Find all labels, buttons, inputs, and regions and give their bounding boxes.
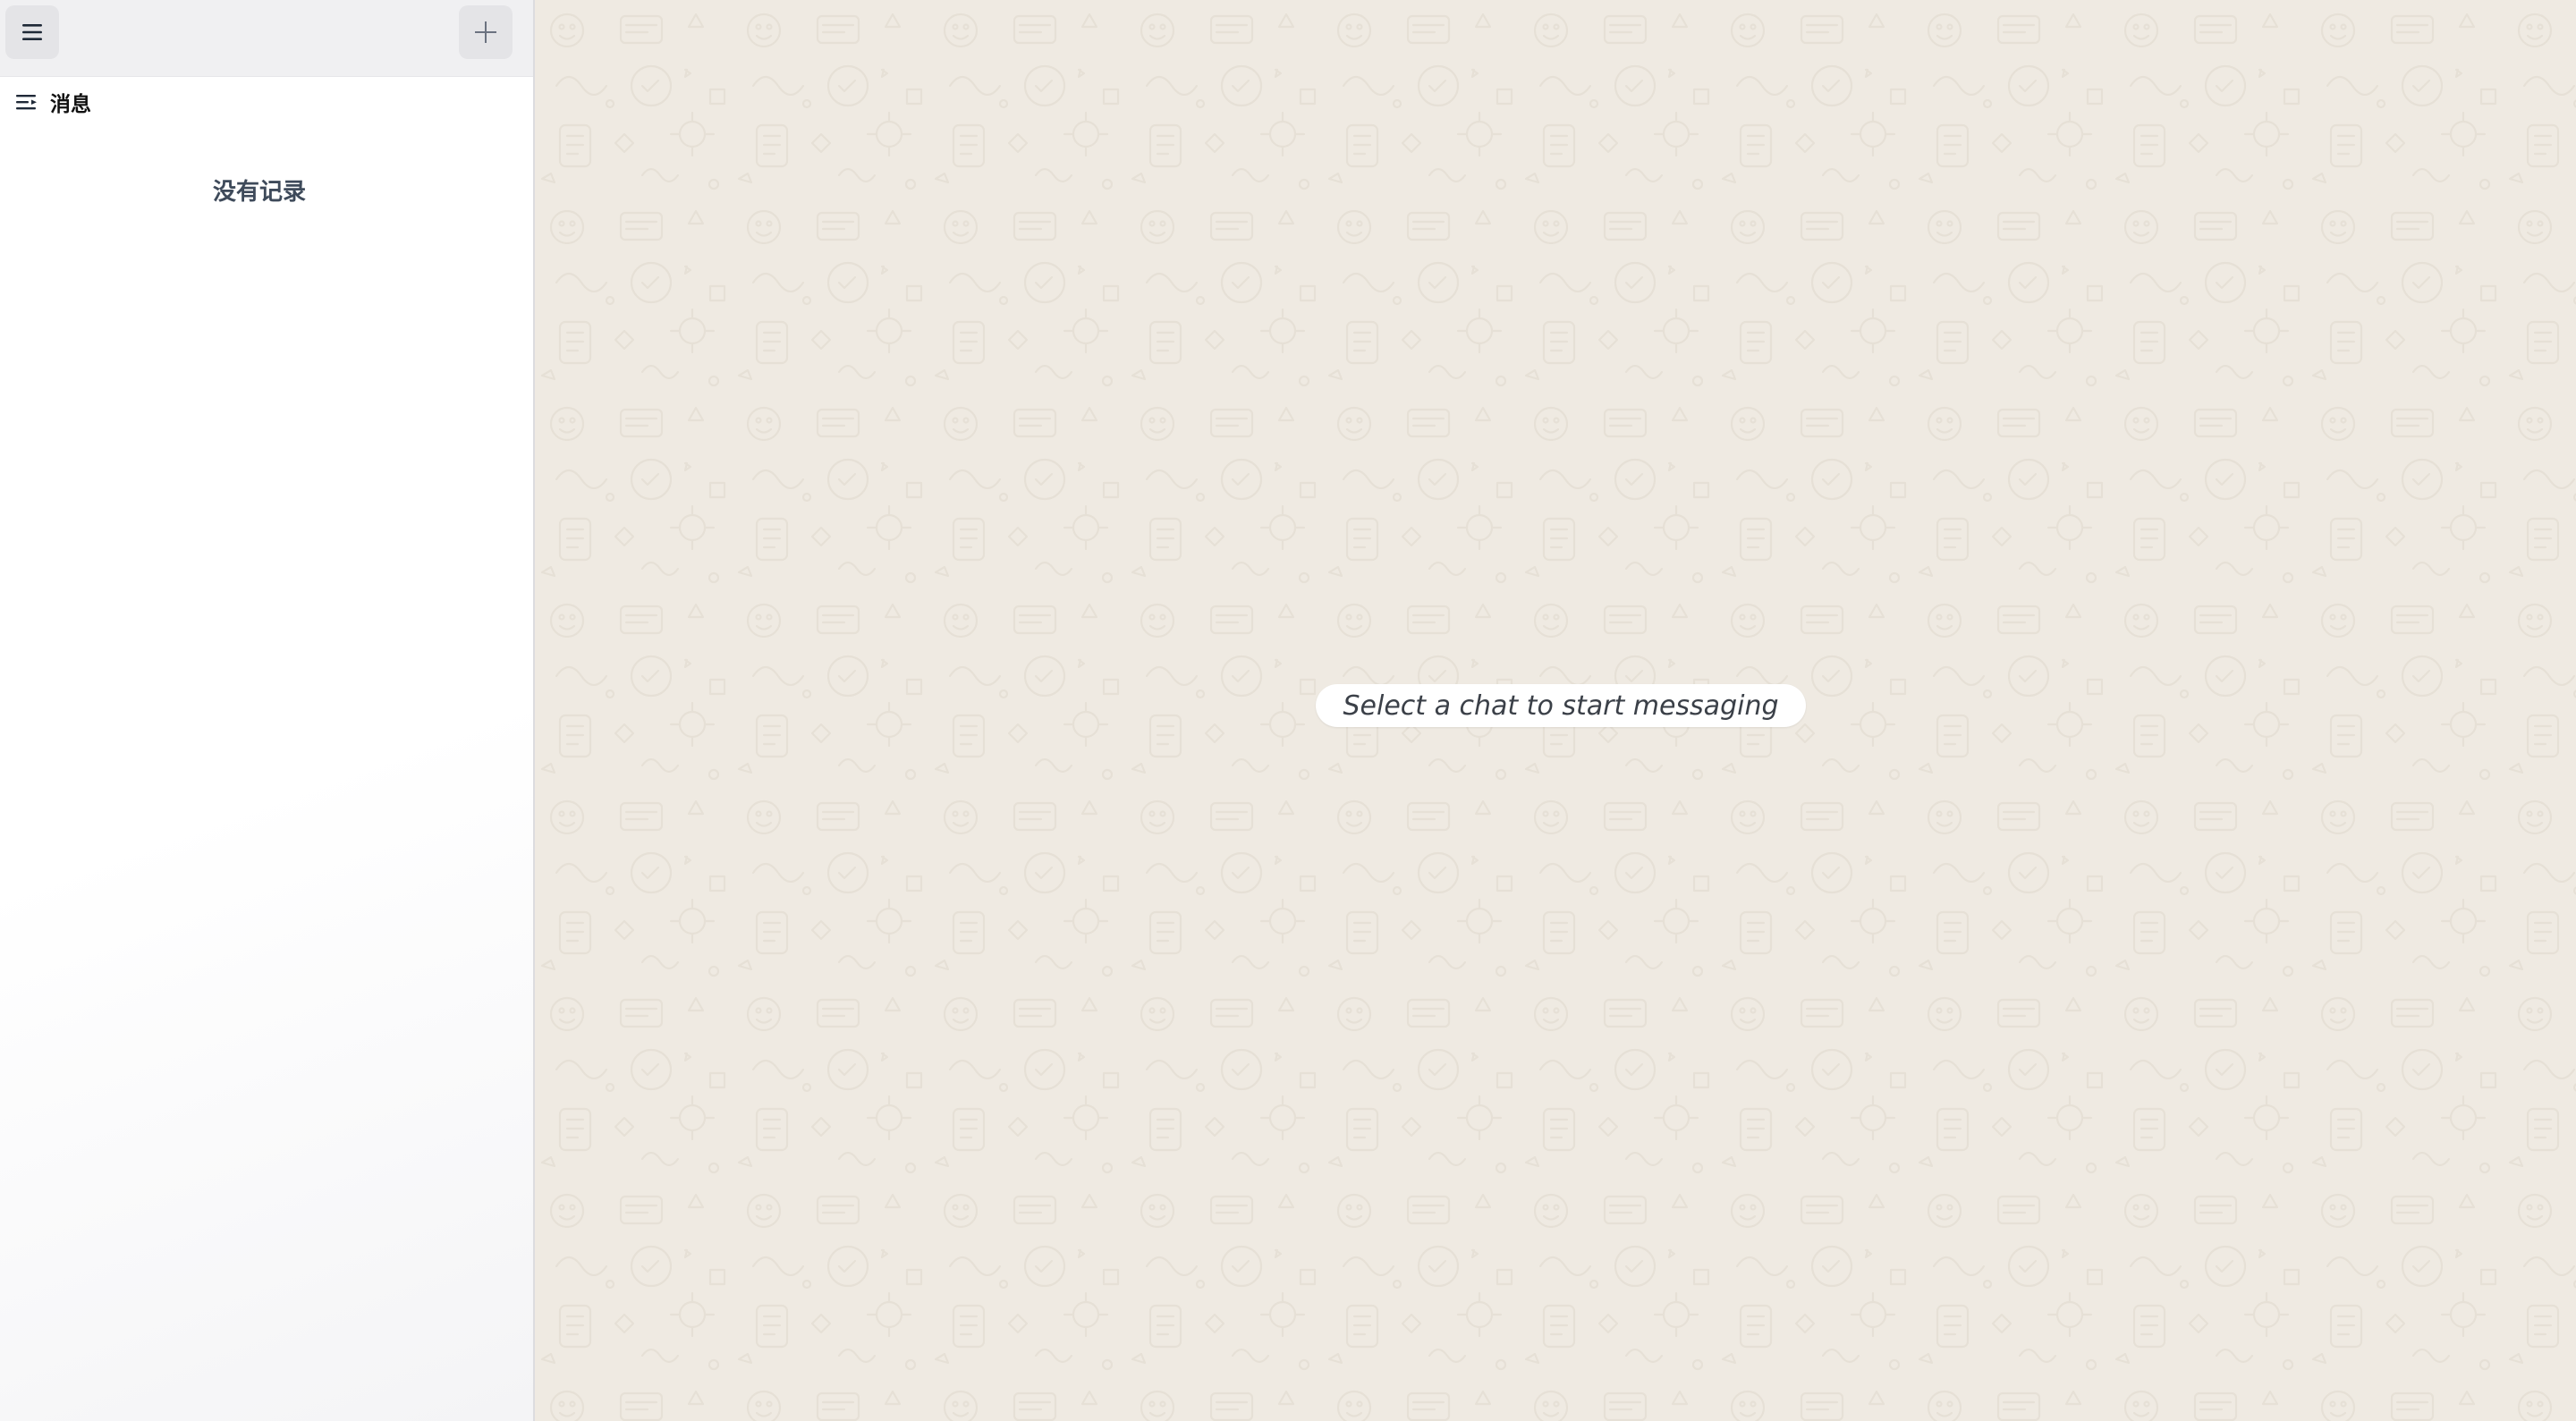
empty-state-text: 没有记录 xyxy=(212,179,306,206)
start-messaging-text: Select a chat to start messaging xyxy=(1343,689,1779,722)
new-chat-button[interactable] xyxy=(459,5,513,59)
menu-button[interactable] xyxy=(5,5,59,59)
chat-area: Select a chat to start messaging xyxy=(535,0,2576,1421)
sidebar: 消息 没有记录 xyxy=(0,0,535,1421)
messages-section-header[interactable]: 消息 xyxy=(16,86,91,118)
app-window: 消息 没有记录 Select a chat to start messaging xyxy=(0,0,2576,1421)
hamburger-menu-icon xyxy=(22,24,42,40)
start-messaging-pill: Select a chat to start messaging xyxy=(1316,684,1806,727)
sidebar-header xyxy=(0,0,533,77)
sort-list-icon xyxy=(16,95,37,110)
plus-icon xyxy=(475,21,496,43)
messages-title: 消息 xyxy=(50,93,91,116)
